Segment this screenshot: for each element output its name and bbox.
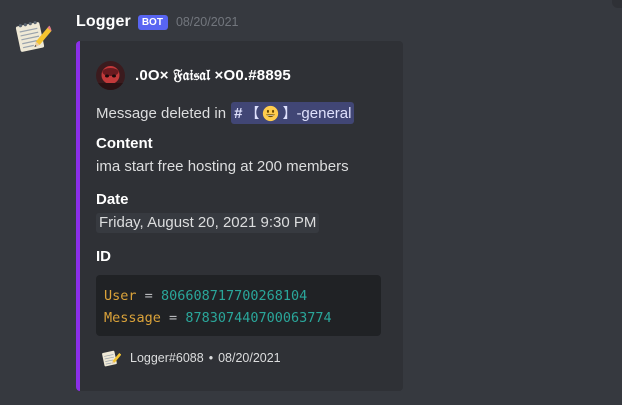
grinning-face-emoji bbox=[263, 105, 279, 121]
footer-date: 08/20/2021 bbox=[218, 350, 281, 365]
notepad-pencil-icon[interactable] bbox=[12, 15, 52, 55]
code-equals: = bbox=[169, 309, 178, 326]
embed-author: .0O× 𝔉𝔞𝔦𝔰𝔞𝔩 ×O0.#8895 bbox=[96, 61, 291, 90]
code-user-key: User bbox=[104, 288, 137, 304]
channel-mention[interactable]: # 【 】 -general bbox=[231, 102, 355, 124]
message-timestamp: 08/20/2021 bbox=[175, 15, 239, 29]
field-date-label: Date bbox=[96, 191, 129, 208]
code-equals: = bbox=[144, 288, 153, 304]
code-message-key: Message bbox=[104, 309, 161, 326]
code-message-id: 878307440700063774 bbox=[185, 309, 332, 326]
discord-chat-view: Logger BOT 08/20/2021 .0O× 𝔉𝔞𝔦𝔰𝔞𝔩 ×O0.#8… bbox=[0, 0, 622, 405]
bot-tag: BOT bbox=[137, 14, 168, 30]
embed-author-name[interactable]: .0O× 𝔉𝔞𝔦𝔰𝔞𝔩 ×O0.#8895 bbox=[135, 67, 291, 84]
log-embed: .0O× 𝔉𝔞𝔦𝔰𝔞𝔩 ×O0.#8895 Message deleted in… bbox=[76, 41, 403, 391]
notepad-pencil-icon bbox=[102, 350, 121, 367]
channel-suffix: -general bbox=[296, 104, 352, 122]
channel-open-bracket: 【 bbox=[245, 105, 260, 121]
footer-separator: • bbox=[208, 350, 214, 365]
bot-tag-label: BOT bbox=[141, 16, 163, 28]
field-content-value: ima start free hosting at 200 members bbox=[96, 158, 349, 175]
code-user-id: 806608717700268104 bbox=[160, 288, 308, 304]
field-date-value: Friday, August 20, 2021 9:30 PM bbox=[96, 213, 320, 233]
field-content-label: Content bbox=[96, 135, 153, 152]
username[interactable]: Logger bbox=[76, 13, 131, 31]
field-id-label: ID bbox=[96, 248, 111, 265]
user-avatar-photo[interactable] bbox=[96, 61, 125, 90]
message-header: Logger BOT 08/20/2021 bbox=[76, 11, 239, 33]
channel-close-bracket: 】 bbox=[282, 105, 297, 121]
footer-text: Logger#6088 bbox=[130, 350, 204, 365]
channel-hash: # bbox=[234, 104, 243, 122]
embed-description: Message deleted in # 【 】 -general bbox=[96, 102, 355, 124]
embed-footer: Logger#6088 • 08/20/2021 bbox=[100, 347, 281, 368]
id-codeblock[interactable]: User = 806608717700268104 Message = 8783… bbox=[96, 275, 381, 336]
chat-message: Logger BOT 08/20/2021 .0O× 𝔉𝔞𝔦𝔰𝔞𝔩 ×O0.#8… bbox=[0, 0, 622, 405]
description-text: Message deleted in bbox=[96, 104, 227, 122]
